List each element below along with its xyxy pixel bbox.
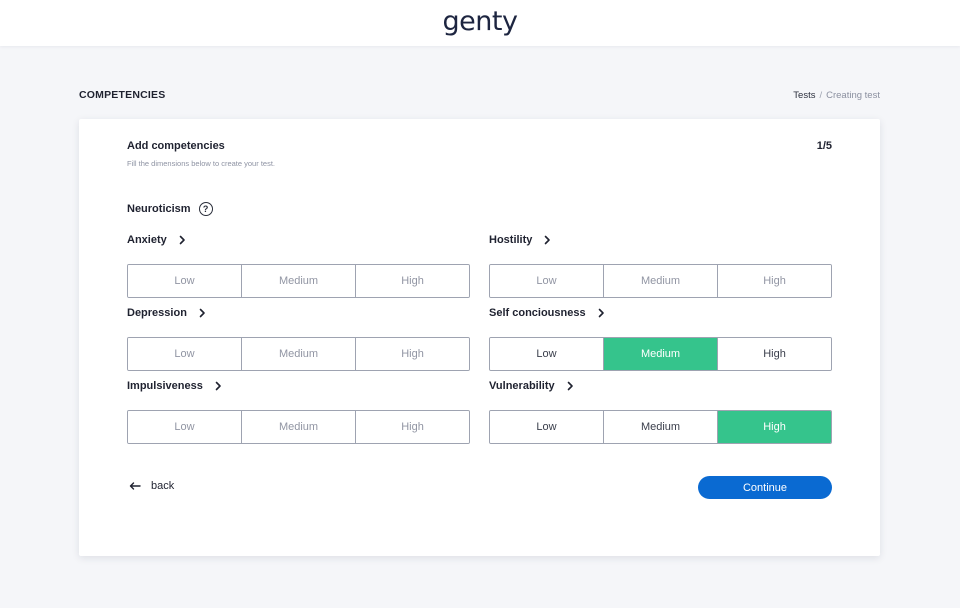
option-high[interactable]: High <box>355 411 469 443</box>
group-heading: Neuroticism ? <box>127 202 213 216</box>
level-selector: Low Medium High <box>489 337 832 371</box>
group-label: Neuroticism <box>127 203 191 215</box>
option-high[interactable]: High <box>355 338 469 370</box>
breadcrumb-separator: / <box>819 90 823 101</box>
competencies-card: Add competencies Fill the dimensions bel… <box>79 119 880 556</box>
dimension-impulsiveness: Impulsiveness Low Medium High <box>127 379 470 444</box>
level-selector: Low Medium High <box>127 410 470 444</box>
option-medium[interactable]: Medium <box>603 338 717 370</box>
level-selector: Low Medium High <box>489 264 832 298</box>
back-label: back <box>151 480 175 492</box>
level-selector: Low Medium High <box>127 337 470 371</box>
arrow-left-icon <box>129 482 141 490</box>
top-bar: genty <box>0 0 960 46</box>
chevron-right-icon <box>199 308 205 318</box>
breadcrumb-current: Creating test <box>826 90 880 101</box>
option-medium[interactable]: Medium <box>603 411 717 443</box>
chevron-right-icon <box>215 381 221 391</box>
option-medium[interactable]: Medium <box>241 338 355 370</box>
chevron-right-icon <box>545 235 551 245</box>
option-medium[interactable]: Medium <box>241 265 355 297</box>
option-medium[interactable]: Medium <box>241 411 355 443</box>
option-low[interactable]: Low <box>490 338 603 370</box>
chevron-right-icon <box>598 308 604 318</box>
dimension-label[interactable]: Hostility <box>489 233 832 247</box>
genty-logo[interactable]: genty <box>443 6 518 37</box>
breadcrumb: Tests / Creating test <box>793 90 880 101</box>
option-low[interactable]: Low <box>128 411 241 443</box>
level-selector: Low Medium High <box>127 264 470 298</box>
dimension-label[interactable]: Impulsiveness <box>127 379 470 393</box>
option-low[interactable]: Low <box>490 265 603 297</box>
dimension-label[interactable]: Anxiety <box>127 233 470 247</box>
option-low[interactable]: Low <box>128 338 241 370</box>
dimension-hostility: Hostility Low Medium High <box>489 233 832 298</box>
breadcrumb-tests-link[interactable]: Tests <box>793 90 815 101</box>
dimension-anxiety: Anxiety Low Medium High <box>127 233 470 298</box>
question-circle-icon[interactable]: ? <box>198 202 213 216</box>
option-high[interactable]: High <box>717 338 831 370</box>
chevron-right-icon <box>179 235 185 245</box>
level-selector: Low Medium High <box>489 410 832 444</box>
dimension-self-conciousness: Self conciousness Low Medium High <box>489 306 832 371</box>
option-high[interactable]: High <box>717 411 831 443</box>
back-button[interactable]: back <box>129 480 174 492</box>
option-high[interactable]: High <box>355 265 469 297</box>
card-subtitle: Fill the dimensions below to create your… <box>127 159 275 168</box>
option-medium[interactable]: Medium <box>603 265 717 297</box>
option-high[interactable]: High <box>717 265 831 297</box>
option-low[interactable]: Low <box>490 411 603 443</box>
chevron-right-icon <box>567 381 573 391</box>
continue-button[interactable]: Continue <box>698 476 832 499</box>
page-title: COMPETENCIES <box>79 89 166 101</box>
dimension-depression: Depression Low Medium High <box>127 306 470 371</box>
option-low[interactable]: Low <box>128 265 241 297</box>
dimension-label[interactable]: Depression <box>127 306 470 320</box>
card-title: Add competencies <box>127 140 225 152</box>
dimension-label[interactable]: Self conciousness <box>489 306 832 320</box>
dimension-vulnerability: Vulnerability Low Medium High <box>489 379 832 444</box>
step-indicator: 1/5 <box>816 140 832 152</box>
dimension-label[interactable]: Vulnerability <box>489 379 832 393</box>
